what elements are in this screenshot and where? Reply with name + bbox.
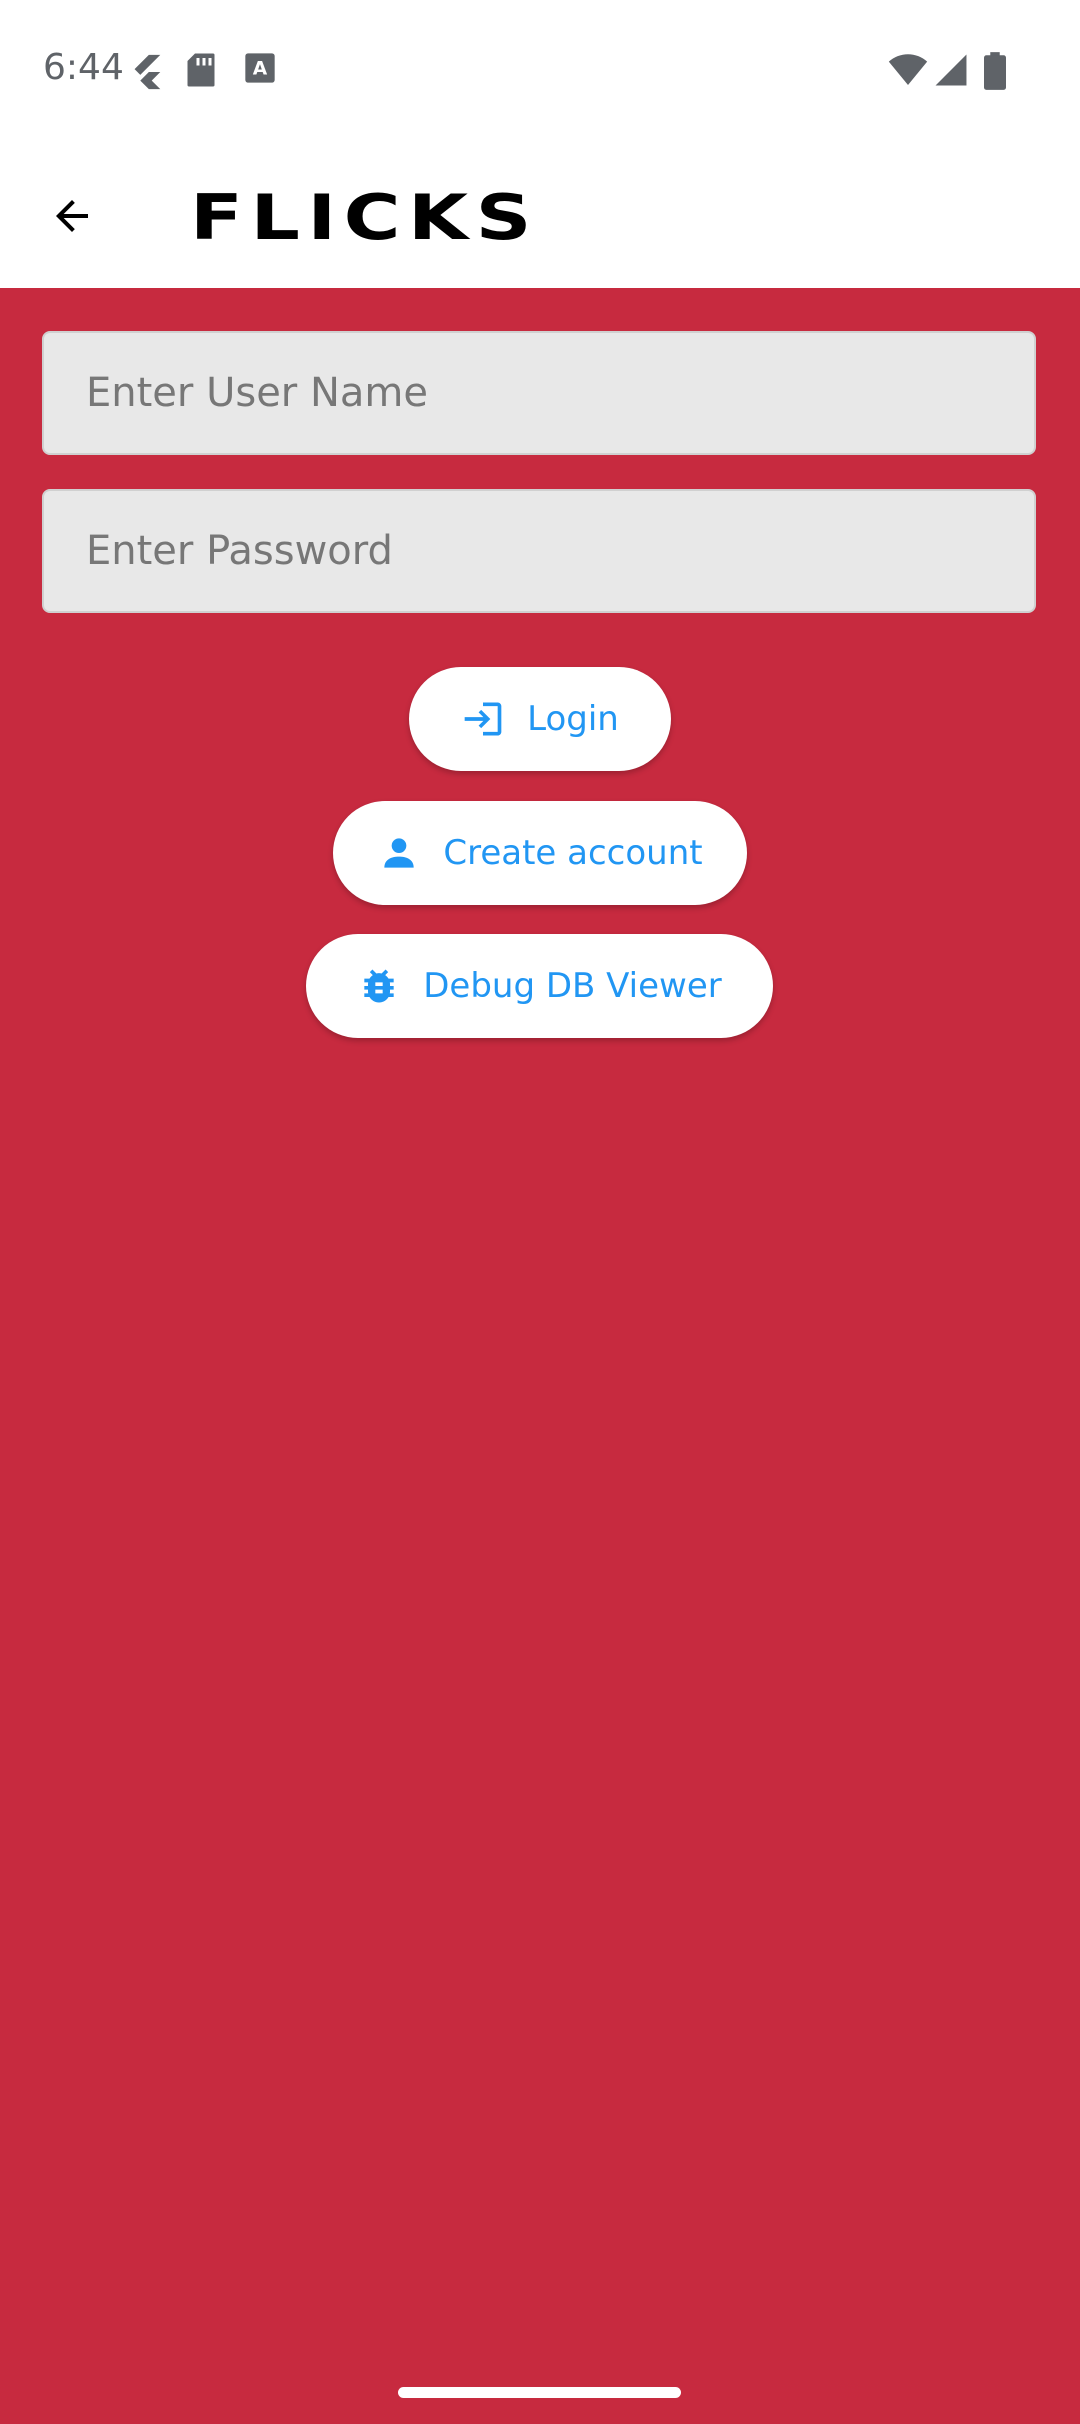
keyboard-a-icon: A	[244, 52, 276, 88]
status-time: 6:44	[43, 47, 124, 88]
home-indicator[interactable]	[398, 2387, 681, 2398]
login-label: Login	[527, 699, 619, 739]
battery-icon	[984, 52, 1006, 90]
password-field	[42, 489, 1036, 613]
username-field	[42, 331, 1036, 455]
status-bar: 6:44 A	[0, 0, 1080, 140]
debug-db-viewer-button[interactable]: Debug DB Viewer	[306, 934, 773, 1038]
debug-db-viewer-label: Debug DB Viewer	[423, 966, 722, 1006]
person-icon	[377, 831, 421, 875]
flutter-icon	[128, 52, 164, 90]
create-account-button[interactable]: Create account	[333, 801, 747, 905]
login-icon	[461, 697, 505, 741]
arrow-back-icon	[48, 192, 96, 244]
back-button[interactable]	[36, 182, 108, 254]
cell-signal-icon	[934, 52, 968, 88]
login-button[interactable]: Login	[409, 667, 671, 771]
bug-icon	[357, 964, 401, 1008]
svg-text:A: A	[253, 59, 268, 80]
wifi-icon	[888, 52, 928, 88]
create-account-label: Create account	[443, 833, 703, 873]
password-input[interactable]	[44, 491, 1034, 611]
app-bar: FLICKS	[0, 140, 1080, 288]
username-input[interactable]	[44, 333, 1034, 453]
sd-card-icon	[186, 52, 216, 88]
app-title: FLICKS	[190, 181, 539, 254]
